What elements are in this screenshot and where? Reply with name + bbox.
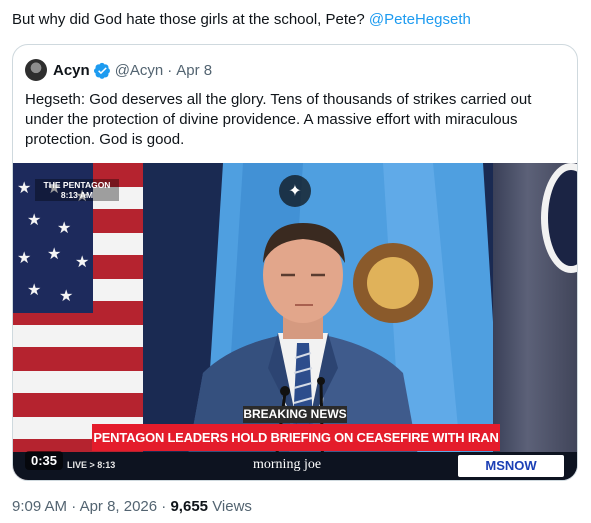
- quote-header: Acyn @Acyn · Apr 8: [25, 59, 212, 81]
- tweet-date[interactable]: Apr 8, 2026: [80, 498, 158, 515]
- quote-tweet-card[interactable]: Acyn @Acyn · Apr 8 Hegseth: God deserves…: [12, 44, 578, 481]
- breaking-news-label: BREAKING NEWS: [243, 406, 347, 423]
- svg-text:★: ★: [57, 218, 71, 237]
- tweet-metadata: 9:09 AM · Apr 8, 2026 · 9,655 Views: [12, 497, 252, 517]
- svg-text:★: ★: [27, 210, 41, 229]
- location-time: 8:13 AM: [60, 190, 94, 200]
- network-logo: MSNOW: [458, 455, 564, 477]
- sparkle-icon[interactable]: ✦: [279, 175, 311, 207]
- tweet-body: But why did God hate those girls at the …: [12, 11, 365, 28]
- svg-text:★: ★: [17, 178, 31, 197]
- svg-text:★: ★: [47, 244, 61, 263]
- svg-text:★: ★: [75, 252, 89, 271]
- tweet-text: But why did God hate those girls at the …: [12, 10, 582, 30]
- mention-link[interactable]: @PeteHegseth: [369, 11, 471, 28]
- quote-author-name[interactable]: Acyn: [53, 62, 90, 79]
- tweet-time[interactable]: 9:09 AM: [12, 498, 67, 515]
- verified-badge-icon: [93, 62, 110, 79]
- avatar[interactable]: [25, 59, 47, 81]
- location-name: THE PENTAGON: [43, 180, 111, 190]
- svg-text:★: ★: [59, 286, 73, 305]
- views-label: Views: [212, 498, 252, 515]
- video-player[interactable]: ★ ★ ★ ★ ★ ★ ★ ★ ★ ★ THE PENTAGON 8:13 AM…: [13, 163, 577, 480]
- location-tag: THE PENTAGON 8:13 AM: [35, 179, 119, 201]
- svg-text:★: ★: [27, 280, 41, 299]
- quote-date[interactable]: Apr 8: [176, 62, 212, 79]
- video-duration: 0:35: [25, 451, 64, 470]
- show-name: morning joe: [253, 457, 322, 472]
- separator-dot: ·: [71, 498, 80, 515]
- quote-body: Hegseth: God deserves all the glory. Ten…: [25, 91, 532, 148]
- svg-text:★: ★: [17, 248, 31, 267]
- news-headline: PENTAGON LEADERS HOLD BRIEFING ON CEASEF…: [92, 424, 500, 451]
- separator-dot: ·: [167, 61, 173, 79]
- views-count: 9,655: [170, 498, 209, 515]
- quote-author-handle[interactable]: @Acyn: [115, 62, 164, 79]
- live-time-label: LIVE > 8:13: [67, 460, 116, 470]
